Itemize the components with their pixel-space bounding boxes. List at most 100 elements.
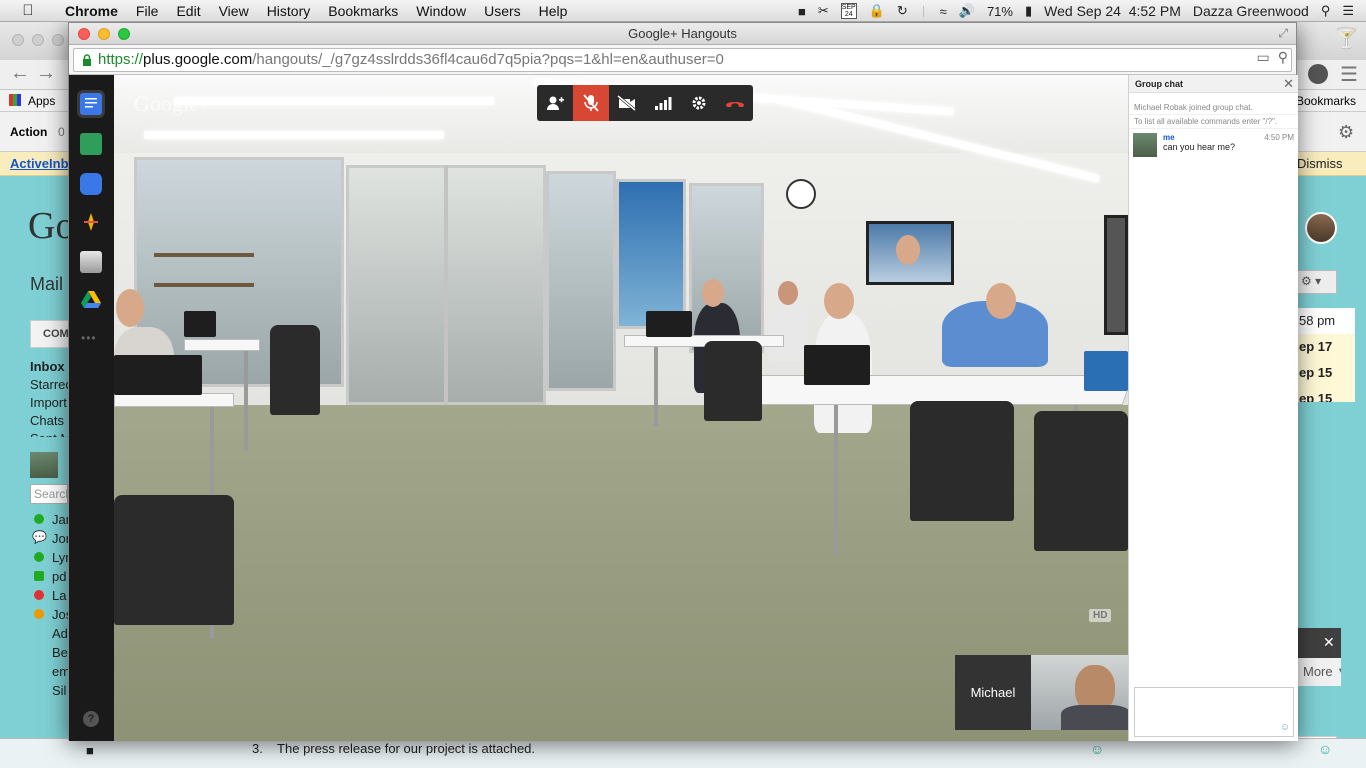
menu-history[interactable]: History: [258, 3, 320, 19]
emoji-icon[interactable]: ☺: [1280, 722, 1290, 733]
email-date[interactable]: ep 17: [1297, 334, 1355, 360]
label-dropdown[interactable]: ⚙ ▾: [1297, 270, 1337, 294]
user-name[interactable]: Dazza Greenwood: [1193, 3, 1309, 19]
hd-badge: HD: [1089, 609, 1112, 622]
wifi-icon[interactable]: ≈: [940, 4, 947, 19]
chat-input-field[interactable]: ☺: [1134, 687, 1294, 737]
laptop: [184, 311, 216, 337]
gmail-settings-icon[interactable]: ⚙: [1338, 122, 1354, 143]
menu-users[interactable]: Users: [475, 3, 530, 19]
nav-chats[interactable]: Chats: [30, 413, 64, 428]
url-field[interactable]: https://plus.google.com/hangouts/_/g7gz4…: [73, 48, 1292, 72]
control-room-icon[interactable]: [80, 251, 102, 273]
more-apps-icon[interactable]: •••: [81, 331, 97, 345]
fullscreen-icon[interactable]: ⤢: [1278, 26, 1288, 41]
bookshelf: [154, 253, 254, 257]
mail-label[interactable]: Mail: [30, 274, 63, 295]
screenshare-icon[interactable]: [80, 133, 102, 155]
email-date[interactable]: 58 pm: [1297, 308, 1355, 334]
contact[interactable]: pd: [52, 569, 66, 584]
apps-bookmark[interactable]: Apps: [28, 94, 55, 108]
chrome-menu-icon[interactable]: ☰: [1340, 62, 1358, 87]
bookshelf: [154, 283, 254, 287]
nav-starred[interactable]: Starred: [30, 377, 73, 392]
contact[interactable]: La: [52, 588, 66, 603]
menu-chrome[interactable]: Chrome: [56, 3, 127, 19]
laptop: [646, 311, 692, 337]
more-button[interactable]: More ▼: [1297, 658, 1341, 686]
chat-close-icon[interactable]: ✕: [1297, 628, 1341, 658]
invite-people-button[interactable]: [537, 85, 573, 121]
menu-help[interactable]: Help: [530, 3, 577, 19]
help-icon[interactable]: ?: [83, 711, 99, 727]
apps-icon[interactable]: [9, 94, 21, 106]
contact[interactable]: Ad: [52, 626, 68, 641]
back-icon[interactable]: ←: [10, 62, 30, 85]
menu-bookmarks[interactable]: Bookmarks: [319, 3, 407, 19]
menu-window[interactable]: Window: [407, 3, 475, 19]
time-machine-icon[interactable]: ↻: [897, 3, 908, 19]
clock[interactable]: Wed Sep 24 4:52 PM: [1044, 3, 1181, 19]
email-date[interactable]: ep 15: [1297, 360, 1355, 386]
nav-important[interactable]: Import: [30, 395, 67, 410]
bluetooth-icon[interactable]: ᛁ: [920, 4, 928, 19]
contact[interactable]: Sil: [52, 683, 66, 698]
contact[interactable]: Be: [52, 645, 68, 660]
activeinbox-link[interactable]: ActiveInb: [10, 156, 69, 171]
add-person-icon: [547, 96, 564, 110]
participant-tile[interactable]: Michael: [955, 655, 1128, 730]
chat-app-icon[interactable]: [80, 93, 102, 115]
scissors-icon[interactable]: ✂: [818, 3, 829, 19]
lock-icon[interactable]: 🔒: [869, 3, 885, 19]
chat-header: Group chat ✕: [1129, 75, 1298, 93]
search-icon[interactable]: ⚲: [1278, 49, 1288, 66]
nav-sent[interactable]: Sent M: [30, 431, 71, 437]
close-icon[interactable]: ✕: [1283, 75, 1294, 93]
menu-file[interactable]: File: [127, 3, 168, 19]
my-avatar[interactable]: [30, 452, 58, 478]
calendar-icon[interactable]: SEP 24: [840, 3, 857, 19]
bandwidth-button[interactable]: [645, 85, 681, 121]
bg-close-button[interactable]: [12, 34, 24, 46]
mute-mic-button[interactable]: [573, 85, 609, 121]
apps-sidebar: ••• ?: [69, 75, 114, 741]
menu-view[interactable]: View: [210, 3, 258, 19]
emoji-icon[interactable]: ☺: [1318, 741, 1332, 757]
emoji-icon[interactable]: ☺: [1090, 741, 1104, 757]
desk-leg: [834, 405, 838, 555]
nav-inbox[interactable]: Inbox: [30, 359, 65, 374]
speech-bubble-icon: 💬: [32, 530, 47, 544]
other-bookmarks[interactable]: Bookmarks: [1296, 94, 1356, 108]
capture-camera-icon[interactable]: [80, 173, 102, 195]
forward-icon[interactable]: →: [36, 62, 56, 85]
notification-center-icon[interactable]: ☰: [1342, 3, 1354, 19]
busy-icon: [34, 590, 44, 600]
camera-icon[interactable]: ■: [798, 4, 806, 19]
battery-percent[interactable]: 71%: [987, 4, 1013, 19]
camera-toggle-button[interactable]: [609, 85, 645, 121]
chat-bubble-icon[interactable]: ■: [86, 743, 94, 758]
main-video: Google+ HD Michael: [114, 75, 1128, 741]
battery-icon[interactable]: ▮: [1025, 3, 1032, 19]
google-drive-icon[interactable]: [80, 289, 102, 311]
camera-permission-icon[interactable]: ▭: [1257, 49, 1270, 66]
volume-icon[interactable]: 🔊: [959, 3, 975, 19]
calendar-day: 24: [844, 11, 853, 18]
email-date[interactable]: ep 15: [1297, 386, 1355, 402]
bg-zoom-button[interactable]: [52, 34, 64, 46]
account-avatar[interactable]: [1305, 212, 1337, 244]
effects-icon[interactable]: [80, 211, 102, 233]
settings-button[interactable]: [681, 85, 717, 121]
menu-edit[interactable]: Edit: [167, 3, 209, 19]
bg-minimize-button[interactable]: [32, 34, 44, 46]
compose-button[interactable]: COM: [30, 320, 70, 348]
hang-up-button[interactable]: [717, 85, 753, 121]
extension-icon[interactable]: [1308, 64, 1328, 84]
chat-search-input[interactable]: Search: [30, 484, 68, 504]
apple-menu-icon[interactable]: : [0, 2, 56, 19]
participant-video[interactable]: [1031, 655, 1128, 730]
spotlight-icon[interactable]: ⚲: [1321, 3, 1331, 19]
cocktail-icon[interactable]: 🍸: [1334, 26, 1362, 54]
action-label[interactable]: Action: [10, 125, 47, 139]
dismiss-link[interactable]: Dismiss: [1297, 156, 1343, 171]
